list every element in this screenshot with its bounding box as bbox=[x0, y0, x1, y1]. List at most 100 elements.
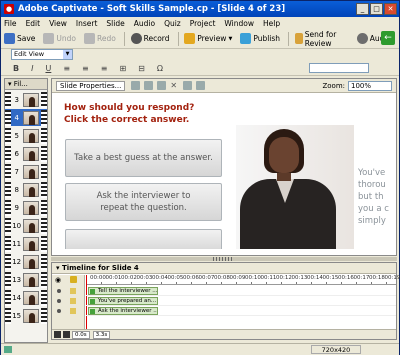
align-left-button[interactable]: ≡ bbox=[63, 64, 70, 73]
slide-thumb[interactable]: 10 bbox=[5, 217, 47, 234]
maximize-button[interactable]: □ bbox=[370, 3, 383, 15]
italic-button[interactable]: I bbox=[31, 64, 33, 73]
slide-thumb[interactable]: 11 bbox=[5, 235, 47, 252]
slide-thumb[interactable]: 5 bbox=[5, 127, 47, 144]
stop-icon[interactable] bbox=[63, 331, 70, 338]
answer-button-1[interactable]: Take a best guess at the answer. bbox=[65, 139, 222, 177]
edit-view-select[interactable]: Edit View ▼ bbox=[11, 49, 73, 60]
slide-thumbnail bbox=[22, 308, 40, 323]
slide-thumb-selected[interactable]: 4 bbox=[5, 109, 47, 126]
timeline-panel: ▾ Timeline for Slide 4 ◉ 00:00 00:01 00:02… bbox=[51, 262, 400, 340]
toolbar-separator bbox=[288, 31, 289, 46]
menu-audio[interactable]: Audio bbox=[134, 19, 155, 28]
lock-icon[interactable] bbox=[70, 276, 77, 283]
question-text: How should you respond? bbox=[64, 103, 195, 113]
window-controls: _ □ ✕ bbox=[356, 3, 397, 15]
slide-thumb[interactable]: 8 bbox=[5, 181, 47, 198]
menu-view[interactable]: View bbox=[49, 19, 67, 28]
menu-window[interactable]: Window bbox=[224, 19, 254, 28]
side-caption: You've thorou but th you a c simply bbox=[358, 168, 389, 226]
align-right-button[interactable]: ≡ bbox=[101, 64, 108, 73]
hide-icon[interactable] bbox=[196, 81, 206, 90]
eye-icon[interactable]: ◉ bbox=[55, 276, 61, 284]
slide-thumbnail bbox=[22, 146, 40, 161]
zoom-label: Zoom: bbox=[322, 82, 345, 90]
undo-button[interactable]: Undo bbox=[43, 33, 76, 44]
timeline-ruler[interactable]: 00:00 00:01 00:02 00:03 00:04 00:05 00:06 00:07… bbox=[86, 275, 400, 285]
lock-icon[interactable] bbox=[70, 288, 76, 294]
menu-quiz[interactable]: Quiz bbox=[164, 19, 181, 28]
save-button[interactable]: Save bbox=[4, 33, 35, 44]
back-arrow-icon[interactable]: ← bbox=[381, 31, 395, 45]
panel-splitter[interactable] bbox=[51, 257, 397, 261]
menu-edit[interactable]: Edit bbox=[26, 19, 41, 28]
properties-icon[interactable] bbox=[183, 81, 193, 90]
timeline-footer: 0.0s 3.3s bbox=[52, 329, 396, 339]
align-center-button[interactable]: ≡ bbox=[82, 64, 89, 73]
visibility-dot[interactable] bbox=[57, 289, 61, 293]
slide-thumbnail bbox=[22, 218, 40, 233]
timeline-object[interactable]: You've prepared an... bbox=[88, 297, 158, 305]
ruler-mark: 00:03 bbox=[136, 275, 153, 281]
ruler-mark: 00:14 bbox=[307, 275, 323, 281]
numbering-button[interactable]: ⊟ bbox=[138, 64, 145, 73]
ruler-mark: 00:13 bbox=[291, 275, 308, 281]
slide-thumb[interactable]: 7 bbox=[5, 163, 47, 180]
slide-thumb[interactable]: 13 bbox=[5, 271, 47, 288]
underline-button[interactable]: U bbox=[45, 64, 51, 73]
menu-slide[interactable]: Slide bbox=[106, 19, 124, 28]
publish-button[interactable]: Publish bbox=[240, 33, 280, 44]
redo-button[interactable]: Redo bbox=[84, 33, 116, 44]
bold-button[interactable]: B bbox=[13, 64, 19, 73]
lock-icon[interactable] bbox=[70, 308, 76, 314]
menu-help[interactable]: Help bbox=[263, 19, 280, 28]
ruler-mark: 00:15 bbox=[322, 275, 339, 281]
visibility-dot[interactable] bbox=[57, 299, 61, 303]
timeline-row: You've prepared an... bbox=[86, 297, 396, 306]
answer-button-2[interactable]: Ask the interviewer to repeat the questi… bbox=[65, 183, 222, 221]
preview-button[interactable]: Preview ▼ bbox=[184, 33, 232, 44]
play-icon[interactable] bbox=[54, 331, 61, 338]
delete-icon[interactable]: ✕ bbox=[170, 81, 179, 90]
menu-insert[interactable]: Insert bbox=[76, 19, 98, 28]
slide-thumb[interactable]: 9 bbox=[5, 199, 47, 216]
send-for-review-button[interactable]: Send for Review bbox=[294, 30, 349, 48]
slide-thumb[interactable]: 15 bbox=[5, 307, 47, 324]
visibility-dot[interactable] bbox=[57, 309, 61, 313]
symbol-button[interactable]: Ω bbox=[157, 64, 163, 73]
menu-project[interactable]: Project bbox=[190, 19, 216, 28]
ruler-mark: 00:16 bbox=[338, 275, 354, 281]
bullets-button[interactable]: ⊞ bbox=[119, 64, 126, 73]
copy-icon[interactable] bbox=[144, 81, 154, 90]
splitter-grip[interactable] bbox=[213, 257, 233, 261]
menu-file[interactable]: File bbox=[4, 19, 17, 28]
slide-thumb[interactable]: 6 bbox=[5, 145, 47, 162]
cut-icon[interactable] bbox=[131, 81, 141, 90]
lock-icon[interactable] bbox=[70, 298, 76, 304]
font-select[interactable] bbox=[309, 63, 369, 73]
zoom-select[interactable]: 100% bbox=[348, 81, 392, 91]
start-time: 0.0s bbox=[72, 330, 90, 339]
slide-toolbar: Slide Properties... ✕ Zoom: 100% bbox=[52, 79, 396, 93]
slide-thumb[interactable]: 14 bbox=[5, 289, 47, 306]
zoom-control: Zoom: 100% bbox=[322, 81, 392, 91]
slide-thumbnail bbox=[22, 182, 40, 197]
paste-icon[interactable] bbox=[157, 81, 167, 90]
ruler-mark: 00:07 bbox=[198, 275, 215, 281]
record-button[interactable]: Record bbox=[130, 33, 170, 44]
answer-button-3[interactable] bbox=[65, 229, 222, 249]
ruler-mark: 00:08 bbox=[214, 275, 230, 281]
ruler-mark: 00:19 bbox=[384, 275, 400, 281]
close-button[interactable]: ✕ bbox=[384, 3, 397, 15]
slide-thumb[interactable]: 3 bbox=[5, 91, 47, 108]
undo-icon bbox=[43, 33, 55, 44]
minimize-button[interactable]: _ bbox=[356, 3, 369, 15]
slide-properties-button[interactable]: Slide Properties... bbox=[56, 80, 126, 91]
slide-thumb[interactable]: 12 bbox=[5, 253, 47, 270]
slide-thumbnail bbox=[22, 200, 40, 215]
slide-thumbnail bbox=[22, 272, 40, 287]
ruler-mark: 00:01 bbox=[105, 275, 122, 281]
timeline-object[interactable]: Tell the interviewer ... bbox=[88, 287, 158, 295]
timeline-row: Tell the interviewer ... bbox=[86, 287, 396, 296]
timeline-object[interactable]: Ask the interviewer ... bbox=[88, 307, 158, 315]
